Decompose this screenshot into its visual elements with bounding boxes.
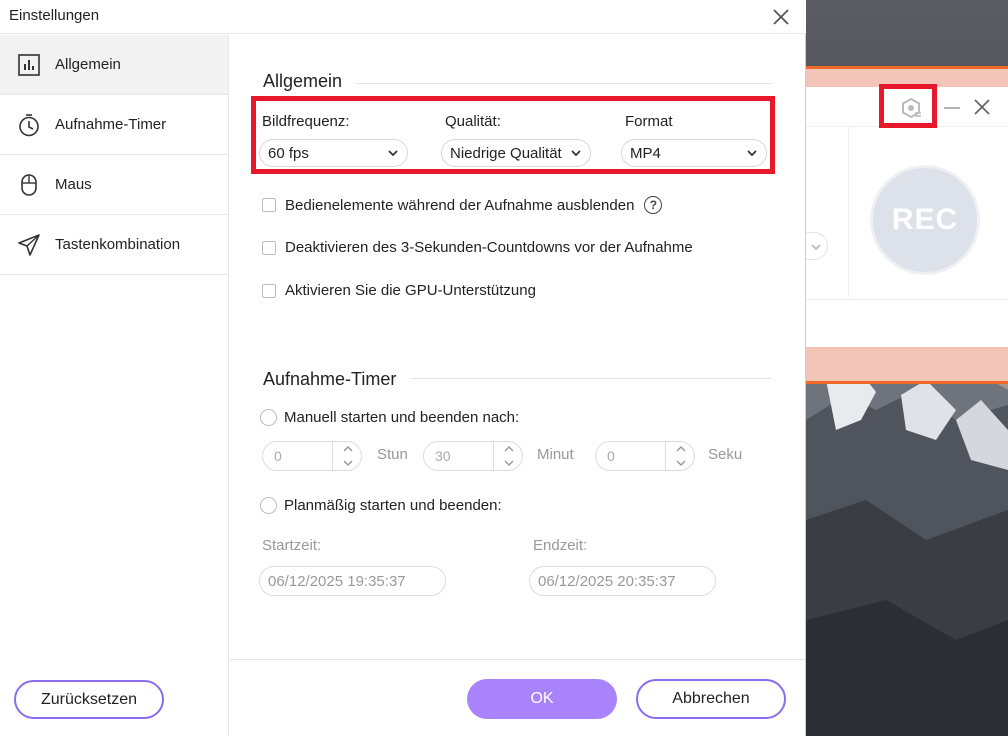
settings-dialog: Einstellungen Allgemein Aufnahme-Timer M…	[0, 0, 806, 736]
chevron-down-icon[interactable]	[343, 459, 353, 467]
bar-chart-icon	[16, 52, 42, 78]
rec-button[interactable]: REC	[870, 165, 980, 275]
sidebar: Allgemein Aufnahme-Timer Maus Tastenkomb…	[0, 35, 229, 736]
close-icon[interactable]	[768, 4, 794, 30]
chevron-up-icon[interactable]	[343, 445, 353, 453]
mouse-icon	[16, 172, 42, 198]
end-time-value: 06/12/2025 20:35:37	[538, 572, 676, 590]
option-label: Bedienelemente während der Aufnahme ausb…	[285, 196, 635, 214]
stepper-divider	[493, 442, 494, 470]
chevron-down-icon[interactable]	[504, 459, 514, 467]
sidebar-item-maus[interactable]: Maus	[0, 155, 228, 215]
hours-unit: Stun	[377, 446, 408, 463]
recorder-divider	[848, 127, 849, 297]
ok-button[interactable]: OK	[467, 679, 617, 719]
cancel-button[interactable]: Abbrechen	[636, 679, 786, 719]
radio-button[interactable]	[260, 409, 277, 426]
chevron-down-icon	[811, 244, 821, 251]
option-gpu-support[interactable]: Aktivieren Sie die GPU-Unterstützung	[262, 282, 536, 299]
option-hide-controls[interactable]: Bedienelemente während der Aufnahme ausb…	[262, 196, 663, 214]
minutes-unit: Minut	[537, 446, 574, 463]
sidebar-item-label: Maus	[55, 176, 92, 193]
start-time-input[interactable]: 06/12/2025 19:35:37	[259, 566, 446, 596]
hours-stepper[interactable]: 0	[262, 441, 362, 471]
reset-button[interactable]: Zurücksetzen	[14, 680, 164, 719]
chevron-down-icon[interactable]	[676, 459, 686, 467]
radio-scheduled[interactable]: Planmäßig starten und beenden:	[260, 497, 502, 514]
sidebar-item-aufnahme-timer[interactable]: Aufnahme-Timer	[0, 95, 228, 155]
window-title: Einstellungen	[9, 7, 100, 24]
stepper-divider	[665, 442, 666, 470]
option-label: Aktivieren Sie die GPU-Unterstützung	[285, 282, 536, 299]
start-time-value: 06/12/2025 19:35:37	[268, 572, 406, 590]
option-disable-countdown[interactable]: Deaktivieren des 3-Sekunden-Countdowns v…	[262, 239, 693, 256]
checkbox[interactable]	[262, 198, 276, 212]
section-title-allgemein: Allgemein	[263, 71, 343, 91]
option-label: Deaktivieren des 3-Sekunden-Countdowns v…	[285, 239, 693, 256]
section-divider	[410, 378, 771, 379]
seconds-unit: Seku	[708, 446, 743, 463]
chevron-up-icon[interactable]	[676, 445, 686, 453]
radio-label: Planmäßig starten und beenden:	[284, 497, 502, 514]
footer-divider	[230, 659, 805, 660]
stepper-divider	[332, 442, 333, 470]
sidebar-item-tastenkombination[interactable]: Tastenkombination	[0, 215, 228, 275]
seconds-value: 0	[607, 448, 615, 464]
sidebar-item-label: Allgemein	[55, 56, 121, 73]
end-time-label: Endzeit:	[533, 537, 588, 554]
paper-plane-icon	[16, 232, 42, 258]
section-divider	[357, 83, 771, 84]
recorder-divider-bottom	[806, 299, 1008, 300]
help-icon[interactable]: ?	[644, 196, 663, 214]
seconds-stepper[interactable]: 0	[595, 441, 695, 471]
sidebar-item-allgemein[interactable]: Allgemein	[0, 35, 228, 95]
start-time-label: Startzeit:	[262, 537, 322, 554]
minutes-stepper[interactable]: 30	[423, 441, 523, 471]
hours-value: 0	[274, 448, 282, 464]
minimize-icon[interactable]	[942, 97, 962, 117]
stopwatch-icon	[16, 112, 42, 138]
radio-label: Manuell starten und beenden nach:	[284, 409, 520, 426]
chevron-up-icon[interactable]	[504, 445, 514, 453]
section-title-aufnahme-timer: Aufnahme-Timer	[263, 369, 397, 389]
title-bar: Einstellungen	[0, 0, 806, 34]
sidebar-item-label: Aufnahme-Timer	[55, 116, 167, 133]
minutes-value: 30	[435, 448, 451, 464]
checkbox[interactable]	[262, 283, 276, 298]
radio-button[interactable]	[260, 497, 277, 514]
sidebar-item-label: Tastenkombination	[55, 236, 181, 253]
radio-manual[interactable]: Manuell starten und beenden nach:	[260, 409, 519, 426]
end-time-input[interactable]: 06/12/2025 20:35:37	[529, 566, 716, 596]
close-icon[interactable]	[972, 97, 992, 117]
annotation-highlight-gear	[879, 84, 937, 128]
annotation-highlight-video-settings	[251, 96, 775, 174]
checkbox[interactable]	[262, 240, 276, 255]
